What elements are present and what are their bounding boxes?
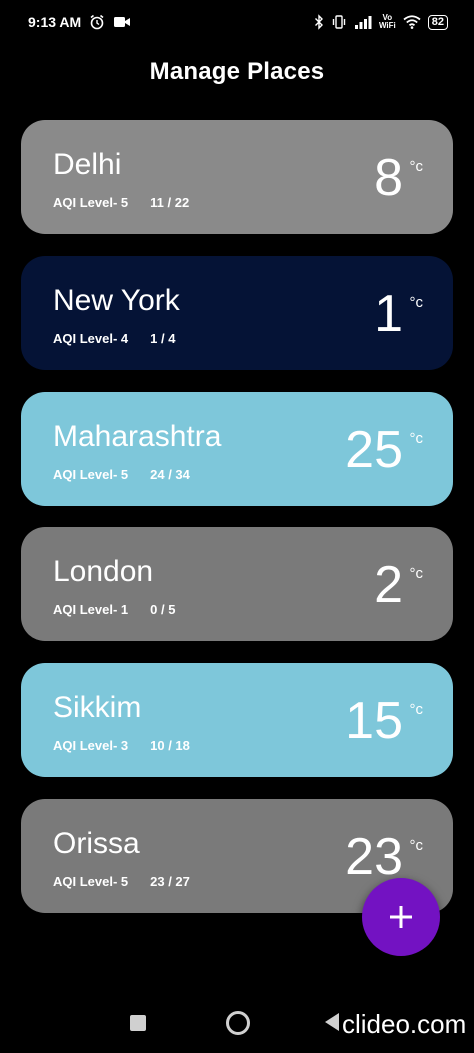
city-name: Orissa [53,827,140,860]
temperature: 1 [374,285,403,343]
temp-range: 23 / 27 [150,874,190,889]
city-name: Sikkim [53,691,142,724]
place-card-maharashtra[interactable]: Maharashtra AQI Level- 5 24 / 34 25 °c [21,392,453,506]
battery-indicator: 82 [427,14,448,30]
aqi-row: AQI Level- 5 23 / 27 [53,874,190,889]
status-time: 9:13 AM [28,14,82,30]
aqi-row: AQI Level- 3 10 / 18 [53,738,190,753]
status-right: Vo WiFi 82 [314,14,448,30]
city-name: London [53,555,154,588]
vibrate-icon [332,15,346,29]
city-name: New York [53,284,180,317]
temperature: 25 [345,421,403,479]
vowifi-label: Vo WiFi [378,13,396,30]
home-button[interactable] [226,1011,250,1035]
aqi-row: AQI Level- 4 1 / 4 [53,331,175,346]
temperature: 15 [345,692,403,750]
temp-unit: °c [409,565,424,582]
temperature: 8 [374,149,403,207]
status-bar: 9:13 AM Vo WiFi 82 [0,0,474,44]
temp-unit: °c [409,837,424,854]
temp-range: 11 / 22 [150,195,190,210]
aqi-row: AQI Level- 5 24 / 34 [53,467,190,482]
plus-icon [390,906,412,928]
place-card-delhi[interactable]: Delhi AQI Level- 5 11 / 22 8 °c [21,120,453,234]
place-card-new-york[interactable]: New York AQI Level- 4 1 / 4 1 °c [21,256,453,370]
aqi-level: AQI Level- 5 [53,874,129,889]
temp-range: 0 / 5 [150,602,176,617]
temp-unit: °c [409,294,424,311]
temp-range: 1 / 4 [150,331,176,346]
page-title: Manage Places [149,58,325,85]
place-card-sikkim[interactable]: Sikkim AQI Level- 3 10 / 18 15 °c [21,663,453,777]
recents-button[interactable] [130,1015,146,1031]
aqi-level: AQI Level- 4 [53,331,129,346]
temp-range: 24 / 34 [150,467,190,482]
aqi-level: AQI Level- 3 [53,738,129,753]
temperature: 23 [345,828,403,886]
temp-range: 10 / 18 [150,738,190,753]
aqi-level: AQI Level- 1 [53,602,129,617]
place-card-london[interactable]: London AQI Level- 1 0 / 5 2 °c [21,527,453,641]
temp-unit: °c [409,701,424,718]
video-camera-icon [114,17,131,27]
alarm-icon [90,14,104,30]
aqi-level: AQI Level- 5 [53,467,129,482]
cell-signal-icon [354,16,372,29]
status-left: 9:13 AM [28,14,131,30]
city-name: Maharashtra [53,420,222,453]
watermark: clideo.com [342,1009,467,1039]
temp-unit: °c [409,430,424,447]
city-name: Delhi [53,148,122,181]
bluetooth-icon [314,14,323,30]
navigation-bar: clideo.com [0,995,474,1053]
aqi-row: AQI Level- 5 11 / 22 [53,195,189,210]
aqi-row: AQI Level- 1 0 / 5 [53,602,175,617]
back-button[interactable] [325,1013,339,1031]
add-place-button[interactable] [362,878,440,956]
aqi-level: AQI Level- 5 [53,195,129,210]
temp-unit: °c [409,158,424,175]
wifi-icon [403,15,421,29]
temperature: 2 [374,556,403,614]
